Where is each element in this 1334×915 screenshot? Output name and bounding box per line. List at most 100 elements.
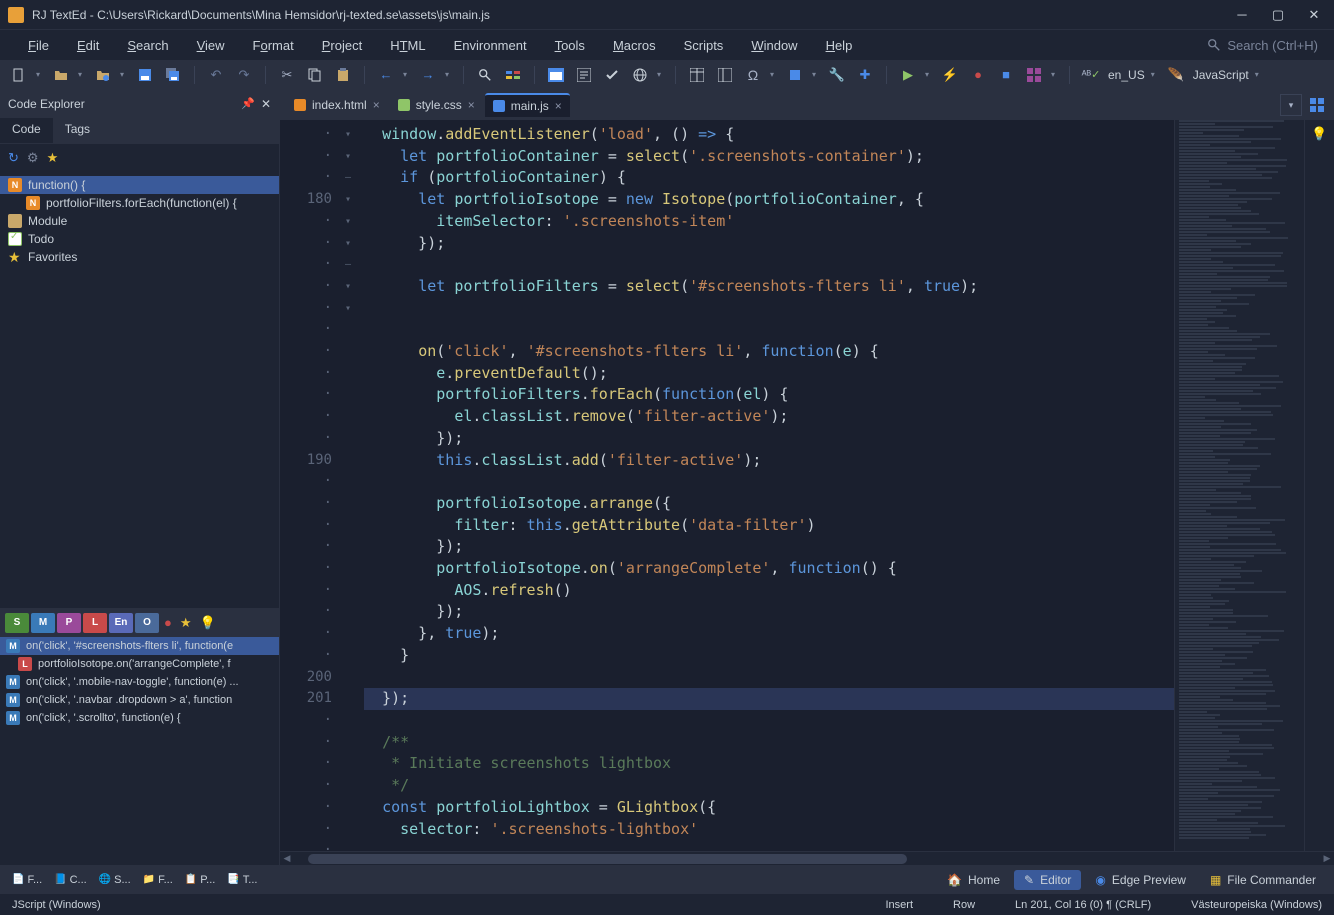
omega-icon[interactable]: Ω bbox=[742, 64, 764, 86]
script-selector[interactable]: JavaScript bbox=[1193, 68, 1249, 82]
bulb-icon[interactable]: 💡 bbox=[200, 615, 216, 631]
filter-en[interactable]: En bbox=[109, 613, 133, 633]
bottom-left-tab[interactable]: 🌐S... bbox=[95, 872, 135, 888]
refresh-icon[interactable]: ↻ bbox=[8, 150, 19, 166]
btab-file-commander[interactable]: ▦File Commander bbox=[1200, 870, 1326, 890]
toggle-panel-icon[interactable] bbox=[502, 64, 524, 86]
maximize-button[interactable]: ▢ bbox=[1270, 7, 1286, 23]
bottom-left-tab[interactable]: 📑T... bbox=[223, 872, 261, 888]
browser-icon[interactable] bbox=[545, 64, 567, 86]
tab-list-icon[interactable]: ▾ bbox=[1280, 94, 1302, 116]
bottom-left-tab[interactable]: 📘C... bbox=[50, 872, 91, 888]
run-icon[interactable]: ▶ bbox=[897, 64, 919, 86]
menu-tools[interactable]: Tools bbox=[543, 34, 597, 57]
filter-l[interactable]: L bbox=[83, 613, 107, 633]
back-icon[interactable]: ← bbox=[375, 64, 397, 86]
tab-grid-icon[interactable] bbox=[1306, 94, 1328, 116]
plugin-icon[interactable]: ✚ bbox=[854, 64, 876, 86]
close-tab-icon[interactable]: × bbox=[555, 99, 562, 113]
table-icon[interactable] bbox=[686, 64, 708, 86]
menu-search[interactable]: Search bbox=[115, 34, 180, 57]
close-tab-icon[interactable]: × bbox=[468, 98, 475, 112]
forward-icon[interactable]: → bbox=[417, 64, 439, 86]
bottom-left-tab[interactable]: 📋P... bbox=[181, 872, 220, 888]
menu-html[interactable]: HTML bbox=[378, 34, 437, 57]
paste-icon[interactable] bbox=[332, 64, 354, 86]
list-item[interactable]: Mon('click', '.navbar .dropdown > a', fu… bbox=[0, 691, 279, 709]
open-folder-icon[interactable] bbox=[50, 64, 72, 86]
menu-view[interactable]: View bbox=[185, 34, 237, 57]
menu-format[interactable]: Format bbox=[241, 34, 306, 57]
star2-icon[interactable]: ★ bbox=[180, 615, 192, 631]
list-item[interactable]: Mon('click', '#screenshots-flters li', f… bbox=[0, 637, 279, 655]
lightbulb-icon[interactable]: 💡 bbox=[1305, 126, 1334, 142]
code-editor[interactable]: window.addEventListener('load', () => { … bbox=[356, 120, 1174, 851]
gear-icon[interactable]: ⚙ bbox=[27, 150, 39, 166]
tree-item[interactable]: Todo bbox=[0, 230, 279, 248]
horizontal-scrollbar[interactable]: ◀ ▶ bbox=[280, 851, 1334, 865]
find-icon[interactable] bbox=[474, 64, 496, 86]
tab-tags[interactable]: Tags bbox=[53, 118, 102, 143]
menu-environment[interactable]: Environment bbox=[442, 34, 539, 57]
menu-scripts[interactable]: Scripts bbox=[672, 34, 736, 57]
minimap[interactable] bbox=[1174, 120, 1304, 851]
filter-s[interactable]: S bbox=[5, 613, 29, 633]
lightning-icon[interactable]: ⚡ bbox=[939, 64, 961, 86]
bottom-left-tab[interactable]: 📁F... bbox=[139, 872, 177, 888]
open-recent-icon[interactable] bbox=[92, 64, 114, 86]
tree-item[interactable]: Module bbox=[0, 212, 279, 230]
tab-code[interactable]: Code bbox=[0, 118, 53, 143]
spellcheck-icon[interactable]: ᴬᴮ✓ bbox=[1080, 64, 1102, 86]
menu-help[interactable]: Help bbox=[814, 34, 865, 57]
tree-item[interactable]: Nfunction() { bbox=[0, 176, 279, 194]
grid-icon[interactable] bbox=[1023, 64, 1045, 86]
file-tab[interactable]: index.html× bbox=[286, 94, 388, 116]
btab-edge[interactable]: ◉Edge Preview bbox=[1085, 870, 1196, 890]
save-all-icon[interactable] bbox=[162, 64, 184, 86]
stop-icon[interactable]: ■ bbox=[995, 64, 1017, 86]
list-item[interactable]: LportfolioIsotope.on('arrangeComplete', … bbox=[0, 655, 279, 673]
star-icon[interactable]: ★ bbox=[47, 150, 59, 166]
cut-icon[interactable]: ✂ bbox=[276, 64, 298, 86]
redo-icon[interactable]: ↷ bbox=[233, 64, 255, 86]
record-icon[interactable]: ● bbox=[967, 64, 989, 86]
filter-m[interactable]: M bbox=[31, 613, 55, 633]
pin-icon[interactable]: 📌 bbox=[241, 97, 255, 111]
menu-macros[interactable]: Macros bbox=[601, 34, 668, 57]
language-selector[interactable]: en_US bbox=[1108, 68, 1145, 82]
window-title: RJ TextEd - C:\Users\Rickard\Documents\M… bbox=[32, 8, 1234, 22]
btab-editor[interactable]: ✎Editor bbox=[1014, 870, 1081, 890]
wrench-icon[interactable]: 🔧 bbox=[826, 64, 848, 86]
frame-icon[interactable] bbox=[714, 64, 736, 86]
menu-window[interactable]: Window bbox=[739, 34, 809, 57]
search-box[interactable]: Search (Ctrl+H) bbox=[1207, 38, 1318, 53]
file-tab[interactable]: main.js× bbox=[485, 93, 570, 117]
list-item[interactable]: Mon('click', '.mobile-nav-toggle', funct… bbox=[0, 673, 279, 691]
file-tab[interactable]: style.css× bbox=[390, 94, 483, 116]
validate-icon[interactable] bbox=[601, 64, 623, 86]
menu-file[interactable]: File bbox=[16, 34, 61, 57]
menu-project[interactable]: Project bbox=[310, 34, 374, 57]
minimize-button[interactable]: ─ bbox=[1234, 7, 1250, 23]
close-button[interactable]: ✕ bbox=[1306, 7, 1322, 23]
filter-o[interactable]: O bbox=[135, 613, 159, 633]
feather-icon[interactable]: 🪶 bbox=[1165, 64, 1187, 86]
bottom-left-tab[interactable]: 📄F... bbox=[8, 872, 46, 888]
warn-icon[interactable]: ● bbox=[164, 615, 172, 630]
tree-item[interactable]: ★Favorites bbox=[0, 248, 279, 266]
undo-icon[interactable]: ↶ bbox=[205, 64, 227, 86]
filter-p[interactable]: P bbox=[57, 613, 81, 633]
fold-gutter[interactable]: ▾▾–▾▾▾–▾▾ bbox=[340, 120, 356, 851]
globe-icon[interactable] bbox=[629, 64, 651, 86]
copy-icon[interactable] bbox=[304, 64, 326, 86]
preview-icon[interactable] bbox=[573, 64, 595, 86]
close-tab-icon[interactable]: × bbox=[373, 98, 380, 112]
save-icon[interactable] bbox=[134, 64, 156, 86]
new-file-icon[interactable] bbox=[8, 64, 30, 86]
btab-home[interactable]: 🏠Home bbox=[937, 870, 1010, 890]
close-panel-icon[interactable]: ✕ bbox=[261, 97, 271, 111]
anchor-icon[interactable] bbox=[784, 64, 806, 86]
list-item[interactable]: Mon('click', '.scrollto', function(e) { bbox=[0, 709, 279, 727]
tree-item[interactable]: NportfolioFilters.forEach(function(el) { bbox=[0, 194, 279, 212]
menu-edit[interactable]: Edit bbox=[65, 34, 111, 57]
